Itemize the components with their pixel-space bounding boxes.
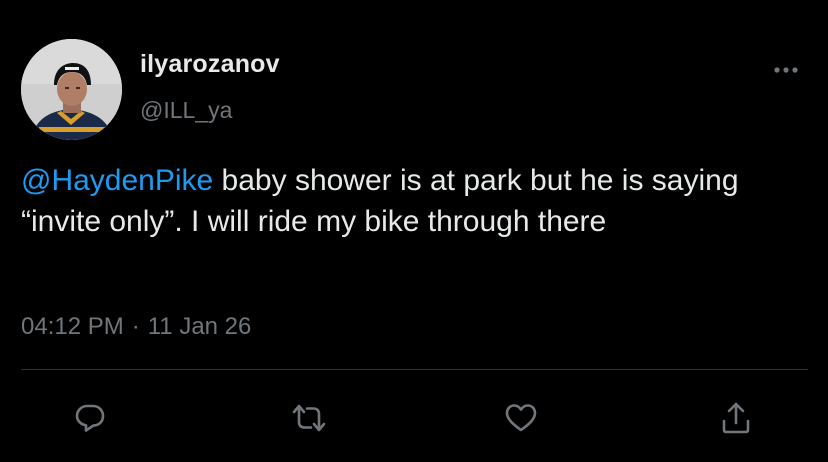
meta-separator: · xyxy=(131,313,140,340)
tweet-text: @HaydenPike baby shower is at park but h… xyxy=(21,160,811,242)
tweet-meta: 04:12 PM · 11 Jan 26 xyxy=(21,313,251,341)
retweet-button[interactable] xyxy=(289,398,329,438)
mention-link[interactable]: @HaydenPike xyxy=(21,164,213,197)
retweet-icon xyxy=(292,404,326,432)
avatar-photo xyxy=(21,39,122,140)
reply-icon xyxy=(75,404,105,432)
avatar[interactable] xyxy=(21,39,122,140)
divider xyxy=(21,369,808,370)
more-options-button[interactable] xyxy=(772,60,800,80)
display-name[interactable]: ilyarozanov xyxy=(140,50,280,79)
share-button[interactable] xyxy=(716,398,756,438)
reply-button[interactable] xyxy=(70,398,110,438)
more-horizontal-icon xyxy=(774,67,798,73)
tweet-time[interactable]: 04:12 PM xyxy=(21,313,124,341)
heart-icon xyxy=(505,404,537,432)
user-handle[interactable]: @ILL_ya xyxy=(140,97,232,124)
share-icon xyxy=(722,402,750,434)
tweet-date[interactable]: 11 Jan 26 xyxy=(148,313,252,341)
like-button[interactable] xyxy=(501,398,541,438)
